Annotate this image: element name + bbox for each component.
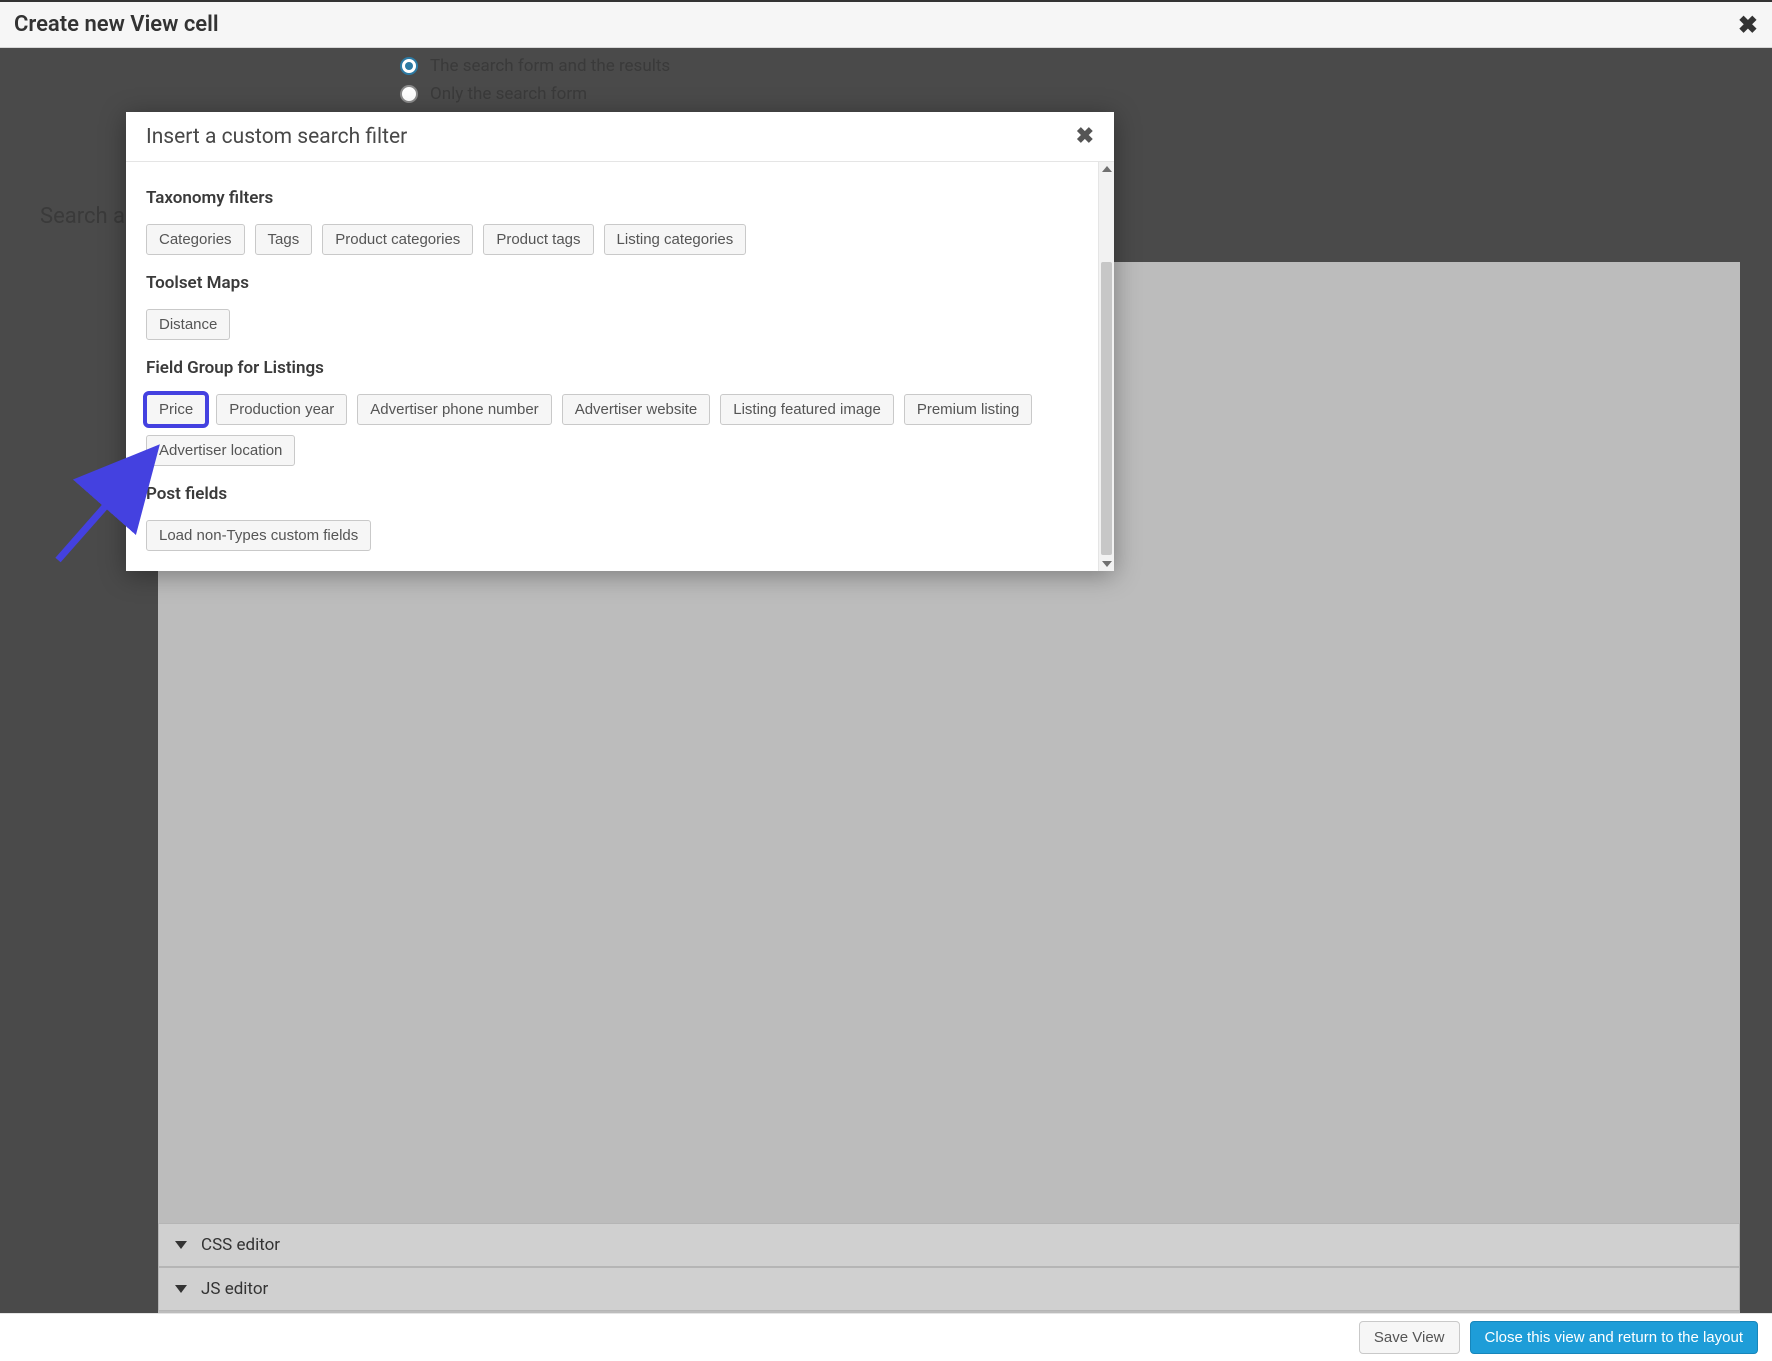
- radio-label: The search form and the results: [430, 56, 670, 76]
- filter-listing-categories[interactable]: Listing categories: [604, 224, 747, 255]
- close-icon[interactable]: ✖: [1076, 124, 1094, 149]
- load-non-types-fields[interactable]: Load non-Types custom fields: [146, 520, 371, 551]
- filter-categories[interactable]: Categories: [146, 224, 245, 255]
- save-view-button[interactable]: Save View: [1359, 1321, 1460, 1354]
- filter-distance[interactable]: Distance: [146, 309, 230, 340]
- taxonomy-filter-row: Categories Tags Product categories Produ…: [146, 224, 1078, 255]
- close-view-button[interactable]: Close this view and return to the layout: [1470, 1321, 1758, 1354]
- filter-advertiser-website[interactable]: Advertiser website: [562, 394, 711, 425]
- scroll-down-icon[interactable]: [1099, 557, 1114, 571]
- filter-advertiser-phone[interactable]: Advertiser phone number: [357, 394, 551, 425]
- section-heading-maps: Toolset Maps: [146, 273, 1078, 293]
- section-heading-taxonomy: Taxonomy filters: [146, 188, 1078, 208]
- filter-advertiser-location[interactable]: Advertiser location: [146, 435, 295, 466]
- section-heading-post-fields: Post fields: [146, 484, 1078, 504]
- radio-icon: [400, 85, 418, 103]
- filter-featured-image[interactable]: Listing featured image: [720, 394, 894, 425]
- scroll-thumb[interactable]: [1101, 262, 1112, 555]
- scroll-up-icon[interactable]: [1099, 162, 1114, 176]
- accordion-label: JS editor: [201, 1279, 268, 1299]
- filter-product-tags[interactable]: Product tags: [483, 224, 593, 255]
- radio-only-row[interactable]: Only the search form: [400, 84, 670, 104]
- listings-filter-row: Price Production year Advertiser phone n…: [146, 394, 1078, 466]
- insert-filter-dialog: Insert a custom search filter ✖ Taxonomy…: [126, 112, 1114, 571]
- chevron-down-icon: [175, 1285, 187, 1293]
- scrollbar[interactable]: [1098, 162, 1114, 571]
- close-icon[interactable]: ✖: [1738, 13, 1758, 37]
- filter-production-year[interactable]: Production year: [216, 394, 347, 425]
- radio-icon: [400, 57, 418, 75]
- outer-modal-title: Create new View cell: [14, 12, 1738, 37]
- filter-tags[interactable]: Tags: [255, 224, 313, 255]
- post-fields-row: Load non-Types custom fields: [146, 520, 1078, 551]
- section-heading-listings: Field Group for Listings: [146, 358, 1078, 378]
- section-title-truncated: Search a: [40, 204, 125, 229]
- chevron-down-icon: [175, 1241, 187, 1249]
- dialog-body: Taxonomy filters Categories Tags Product…: [126, 162, 1098, 571]
- accordion-label: CSS editor: [201, 1235, 280, 1255]
- footer-action-bar: Save View Close this view and return to …: [0, 1313, 1772, 1361]
- filter-premium-listing[interactable]: Premium listing: [904, 394, 1033, 425]
- dialog-header: Insert a custom search filter ✖: [126, 112, 1114, 162]
- filter-price[interactable]: Price: [146, 394, 206, 425]
- filter-product-categories[interactable]: Product categories: [322, 224, 473, 255]
- outer-modal-header: Create new View cell ✖: [0, 0, 1772, 48]
- dialog-title: Insert a custom search filter: [146, 125, 1076, 149]
- radio-both-row[interactable]: The search form and the results: [400, 56, 670, 76]
- accordion-css-editor[interactable]: CSS editor: [158, 1223, 1740, 1267]
- maps-filter-row: Distance: [146, 309, 1078, 340]
- accordion-js-editor[interactable]: JS editor: [158, 1267, 1740, 1311]
- radio-label: Only the search form: [430, 84, 587, 104]
